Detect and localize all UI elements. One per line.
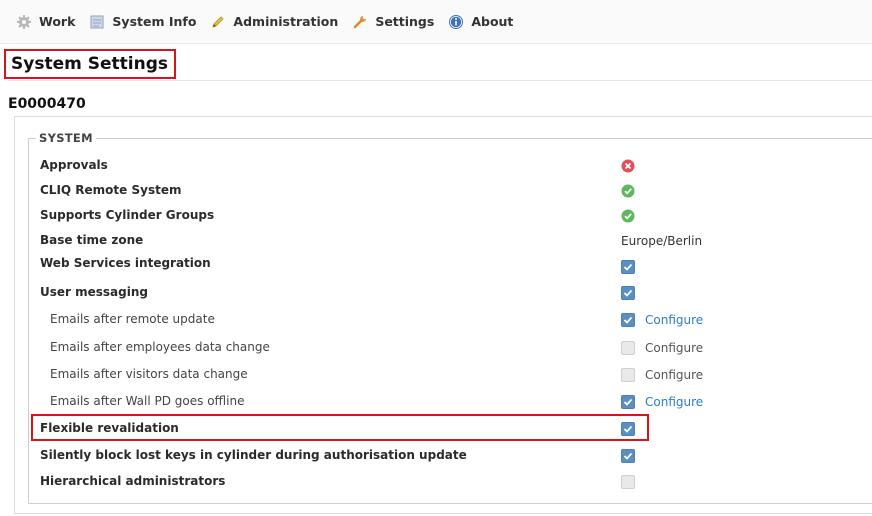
- setting-label: Supports Cylinder Groups: [40, 208, 215, 222]
- menu-item-administration[interactable]: Administration: [210, 14, 338, 30]
- setting-label: Web Services integration: [40, 256, 211, 270]
- info-icon: [448, 14, 464, 30]
- setting-label: Flexible revalidation: [40, 421, 179, 435]
- setting-label: Emails after remote update: [50, 312, 215, 326]
- row-silently-block: Silently block lost keys in cylinder dur…: [40, 446, 870, 466]
- check-circle-icon: [621, 184, 635, 198]
- silently-block-checkbox[interactable]: [621, 449, 635, 463]
- document-icon: [89, 14, 105, 30]
- row-emails-visitors: Emails after visitors data change Config…: [40, 365, 870, 385]
- emails-wallpd-checkbox[interactable]: [621, 395, 635, 409]
- menu-item-label: System Info: [112, 14, 197, 29]
- title-divider: [8, 80, 872, 81]
- menu-item-work[interactable]: Work: [16, 14, 75, 30]
- menu-item-system-info[interactable]: System Info: [89, 14, 196, 30]
- setting-label: Emails after visitors data change: [50, 367, 248, 381]
- row-approvals: Approvals: [40, 156, 870, 176]
- pencil-icon: [210, 14, 226, 30]
- menu-item-label: Work: [39, 14, 76, 29]
- timezone-value: Europe/Berlin: [621, 234, 703, 248]
- page-title: System Settings: [11, 54, 168, 74]
- row-emails-remote-update: Emails after remote update Configure: [40, 310, 870, 330]
- hierarchical-admins-checkbox[interactable]: [621, 475, 635, 489]
- menu-item-about[interactable]: About: [448, 14, 513, 30]
- emails-visitors-checkbox[interactable]: [621, 368, 635, 382]
- row-cliq-remote-system: CLIQ Remote System: [40, 181, 870, 201]
- row-supports-cylinder-groups: Supports Cylinder Groups: [40, 206, 870, 226]
- system-code: E0000470: [8, 96, 86, 112]
- system-legend: SYSTEM: [36, 131, 96, 145]
- row-hierarchical-admins: Hierarchical administrators: [40, 472, 870, 492]
- setting-label: Base time zone: [40, 233, 144, 247]
- setting-label: Hierarchical administrators: [40, 474, 226, 488]
- row-flexible-revalidation: Flexible revalidation: [40, 419, 870, 439]
- wrench-icon: [352, 14, 368, 30]
- row-base-time-zone: Base time zone Europe/Berlin: [40, 231, 870, 251]
- menu-item-settings[interactable]: Settings: [352, 14, 434, 30]
- setting-label: Emails after employees data change: [50, 340, 270, 354]
- menu-item-label: About: [471, 14, 514, 29]
- check-circle-icon: [621, 209, 635, 223]
- configure-label-disabled: Configure: [645, 368, 704, 382]
- setting-label: CLIQ Remote System: [40, 183, 182, 197]
- row-emails-employees: Emails after employees data change Confi…: [40, 338, 870, 358]
- menu-item-label: Settings: [375, 14, 435, 29]
- page-title-highlight: System Settings: [4, 49, 176, 79]
- top-menu-bar: Work System Info Administration Settings…: [0, 0, 872, 44]
- gear-icon: [16, 14, 32, 30]
- user-messaging-checkbox[interactable]: [621, 286, 635, 300]
- setting-label: User messaging: [40, 285, 148, 299]
- row-emails-wallpd: Emails after Wall PD goes offline Config…: [40, 392, 870, 412]
- setting-label: Emails after Wall PD goes offline: [50, 394, 245, 408]
- configure-label-disabled: Configure: [645, 341, 704, 355]
- configure-link[interactable]: Configure: [645, 313, 703, 327]
- row-user-messaging: User messaging: [40, 283, 870, 303]
- web-services-checkbox[interactable]: [621, 260, 635, 274]
- configure-link[interactable]: Configure: [645, 395, 703, 409]
- row-web-services: Web Services integration: [40, 254, 870, 274]
- menu-item-label: Administration: [233, 14, 339, 29]
- emails-remote-checkbox[interactable]: [621, 313, 635, 327]
- setting-label: Silently block lost keys in cylinder dur…: [40, 448, 467, 462]
- flexible-revalidation-checkbox[interactable]: [621, 422, 635, 436]
- error-x-icon: [621, 159, 635, 173]
- setting-label: Approvals: [40, 158, 108, 172]
- emails-employees-checkbox[interactable]: [621, 341, 635, 355]
